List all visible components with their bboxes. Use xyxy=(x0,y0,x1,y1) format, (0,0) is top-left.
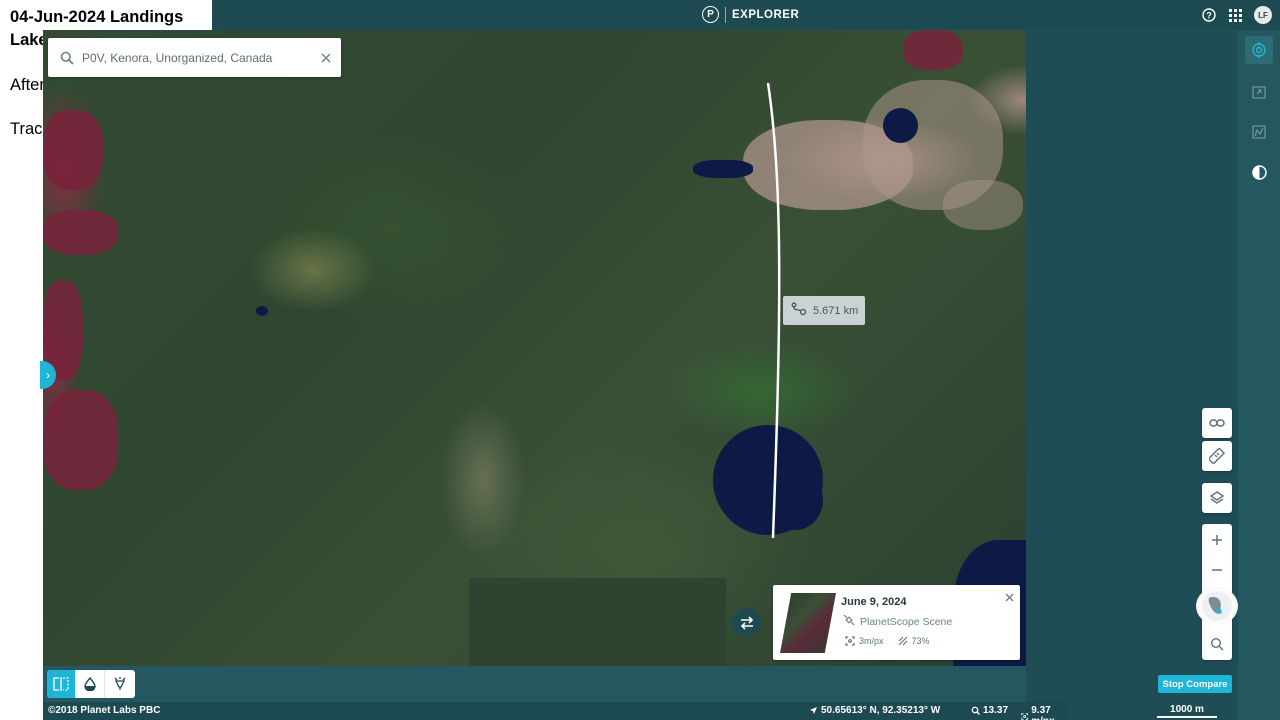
compare-image-placeholder xyxy=(469,578,726,666)
droplet-half-icon xyxy=(84,677,96,691)
cloud-cover-icon xyxy=(898,636,907,646)
scene-resolution-value: 3m/px xyxy=(859,636,884,646)
ruler-icon xyxy=(1209,448,1225,464)
scale-bar: 1000 m xyxy=(1157,704,1217,718)
measurement-value: 5.671 km xyxy=(813,304,859,317)
globe-overview-button[interactable] xyxy=(1196,587,1238,625)
top-right-controls: ? LF xyxy=(1200,6,1272,24)
bottom-toolbar xyxy=(43,666,1026,702)
swap-arrows-icon xyxy=(740,615,753,630)
apps-grid-icon[interactable] xyxy=(1227,7,1244,24)
stop-compare-button[interactable]: Stop Compare xyxy=(1158,675,1232,693)
zoom-out-button[interactable] xyxy=(1202,555,1232,585)
scene-type: PlanetScope Scene xyxy=(843,614,952,629)
right-toolbar xyxy=(1238,30,1280,720)
copyright-text: ©2018 Planet Labs PBC xyxy=(48,705,161,716)
scene-cloud-value: 73% xyxy=(911,636,930,646)
map-resolution-value: 9.37 m/px xyxy=(1031,705,1054,720)
status-bar: ©2018 Planet Labs PBC 50.65613° N, 92.35… xyxy=(43,702,1217,720)
layers-icon xyxy=(1209,491,1225,504)
link-icon xyxy=(1209,419,1225,427)
app-name: EXPLORER xyxy=(732,8,800,21)
satellite-map[interactable]: P0V, Kenora, Unorganized, Canada xyxy=(43,30,1026,666)
cursor-coordinates: 50.65613° N, 92.35213° W xyxy=(809,705,940,716)
spotlight-mode-button[interactable] xyxy=(105,670,134,698)
plus-icon xyxy=(1212,535,1222,545)
search-input[interactable]: P0V, Kenora, Unorganized, Canada xyxy=(82,51,311,65)
compare-layers-icon[interactable] xyxy=(1245,36,1273,64)
location-arrow-icon xyxy=(810,707,817,714)
resolution-icon xyxy=(1021,712,1028,720)
swap-compare-button[interactable] xyxy=(732,608,761,637)
compare-mode-group xyxy=(47,670,135,698)
spotlight-icon xyxy=(114,677,125,690)
analytics-chart-icon[interactable] xyxy=(1245,118,1273,146)
split-compare-button[interactable] xyxy=(47,670,76,698)
swipe-mode-button[interactable] xyxy=(76,670,105,698)
zoom-level-value: 13.37 xyxy=(983,705,1009,716)
clear-search-icon[interactable] xyxy=(311,53,341,63)
globe-icon xyxy=(1202,591,1232,621)
scene-metadata: 3m/px 73% xyxy=(845,636,930,646)
search-icon[interactable] xyxy=(52,51,82,65)
scene-cloud-cover: 73% xyxy=(898,636,930,646)
user-avatar[interactable]: LF xyxy=(1254,6,1272,24)
zoom-in-button[interactable] xyxy=(1202,525,1232,555)
location-search-box[interactable]: P0V, Kenora, Unorganized, Canada xyxy=(48,38,341,77)
planet-logo: P xyxy=(702,6,719,23)
export-icon[interactable] xyxy=(1245,78,1273,106)
minus-icon xyxy=(1212,569,1222,571)
top-bar: P EXPLORER ? LF xyxy=(212,0,1280,30)
scene-resolution: 3m/px xyxy=(845,636,884,646)
scene-info-card[interactable]: June 9, 2024 PlanetScope Scene 3m/px 73% xyxy=(773,585,1020,660)
help-icon[interactable]: ? xyxy=(1200,7,1217,24)
measurement-track-line[interactable] xyxy=(43,30,1026,666)
measurement-label: 5.671 km xyxy=(783,296,865,325)
map-resolution: 9.37 m/px xyxy=(1021,705,1068,720)
layers-button[interactable] xyxy=(1202,483,1232,513)
scene-type-label: PlanetScope Scene xyxy=(860,615,953,628)
coordinates-value: 50.65613° N, 92.35213° W xyxy=(821,705,941,716)
brand-divider xyxy=(725,6,726,23)
magnifier-icon xyxy=(1210,637,1224,651)
split-view-icon xyxy=(53,677,69,691)
scene-date: June 9, 2024 xyxy=(841,596,907,608)
route-icon xyxy=(791,302,807,319)
brand[interactable]: P EXPLORER xyxy=(702,6,799,23)
close-scene-card-icon[interactable] xyxy=(1005,589,1014,605)
zoom-level-icon xyxy=(971,706,980,715)
share-link-button[interactable] xyxy=(1202,408,1232,438)
contrast-icon[interactable] xyxy=(1245,158,1273,186)
resolution-icon xyxy=(845,636,855,646)
zoom-to-fit-button[interactable] xyxy=(1202,629,1232,659)
svg-text:?: ? xyxy=(1206,10,1212,20)
zoom-level: 13.37 xyxy=(971,705,1008,716)
scene-thumbnail xyxy=(780,593,836,653)
measure-ruler-button[interactable] xyxy=(1202,441,1232,471)
satellite-icon xyxy=(843,614,855,629)
